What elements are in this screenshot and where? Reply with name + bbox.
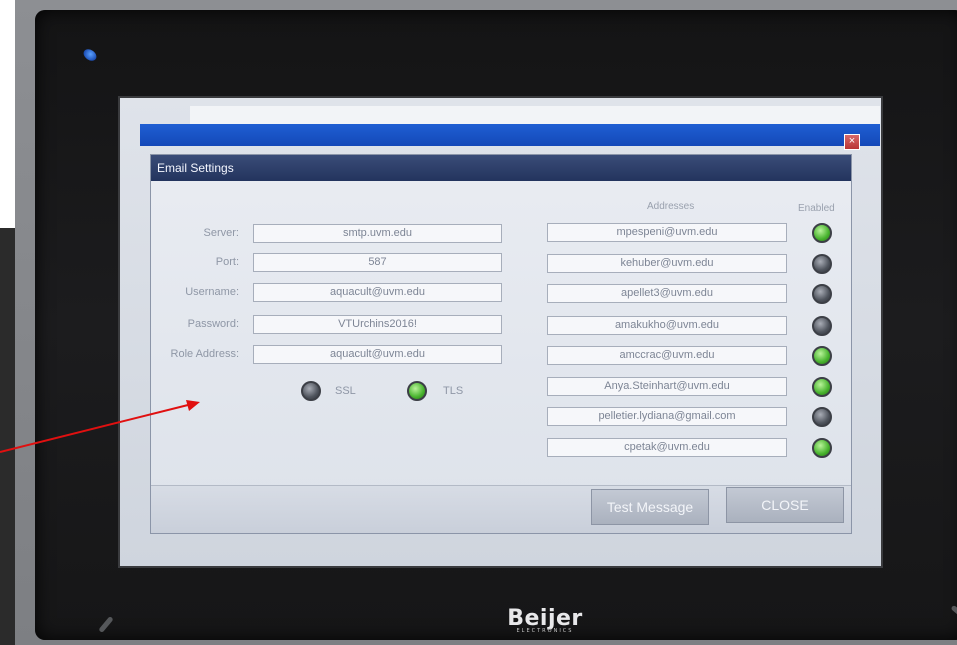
enabled-toggle[interactable] — [812, 346, 832, 366]
address-field[interactable]: cpetak@uvm.edu — [547, 438, 787, 457]
screw-icon — [950, 604, 957, 621]
enabled-toggle[interactable] — [812, 284, 832, 304]
touch-screen: × Email Settings Server: smtp.uvm.edu Po… — [118, 96, 883, 568]
enabled-toggle[interactable] — [812, 377, 832, 397]
enabled-toggle[interactable] — [812, 223, 832, 243]
test-message-button[interactable]: Test Message — [591, 489, 709, 525]
role-address-label: Role Address: — [170, 348, 239, 360]
enabled-toggle[interactable] — [812, 316, 832, 336]
password-label: Password: — [187, 318, 239, 330]
enabled-toggle[interactable] — [812, 407, 832, 427]
brand-subtitle: ELECTRONICS — [516, 628, 574, 634]
addresses-header: Addresses — [647, 201, 695, 212]
ssl-label: SSL — [335, 385, 356, 397]
annotation-arrow-icon — [0, 400, 200, 453]
ssl-radio[interactable] — [301, 381, 321, 401]
address-field[interactable]: mpespeni@uvm.edu — [547, 223, 787, 242]
power-led-icon — [81, 46, 99, 64]
tls-label: TLS — [443, 385, 464, 397]
server-label: Server: — [203, 227, 239, 239]
address-field[interactable]: Anya.Steinhart@uvm.edu — [547, 377, 787, 396]
server-field[interactable]: smtp.uvm.edu — [253, 224, 502, 243]
enabled-toggle[interactable] — [812, 438, 832, 458]
address-field[interactable]: kehuber@uvm.edu — [547, 254, 787, 273]
email-settings-dialog: Email Settings Server: smtp.uvm.edu Port… — [150, 154, 852, 534]
brand-logo: Beijer ELECTRONICS — [505, 606, 585, 634]
port-label: Port: — [215, 256, 239, 268]
username-field[interactable]: aquacult@uvm.edu — [253, 283, 502, 302]
enabled-toggle[interactable] — [812, 254, 832, 274]
tls-radio[interactable] — [407, 381, 427, 401]
address-field[interactable]: apellet3@uvm.edu — [547, 284, 787, 303]
port-field[interactable]: 587 — [253, 253, 502, 272]
address-field[interactable]: amakukho@uvm.edu — [547, 316, 787, 335]
close-button[interactable]: CLOSE — [726, 487, 844, 523]
enabled-header: Enabled — [798, 203, 835, 214]
window-title-bar — [140, 124, 880, 146]
password-field[interactable]: VTUrchins2016! — [253, 315, 502, 334]
screw-icon — [98, 615, 114, 634]
address-field[interactable]: pelletier.lydiana@gmail.com — [547, 407, 787, 426]
username-label: Username: — [185, 286, 239, 298]
dialog-title: Email Settings — [151, 155, 851, 181]
window-header — [190, 106, 880, 124]
window-close-button[interactable]: × — [844, 134, 860, 150]
role-address-field[interactable]: aquacult@uvm.edu — [253, 345, 502, 364]
address-field[interactable]: amccrac@uvm.edu — [547, 346, 787, 365]
